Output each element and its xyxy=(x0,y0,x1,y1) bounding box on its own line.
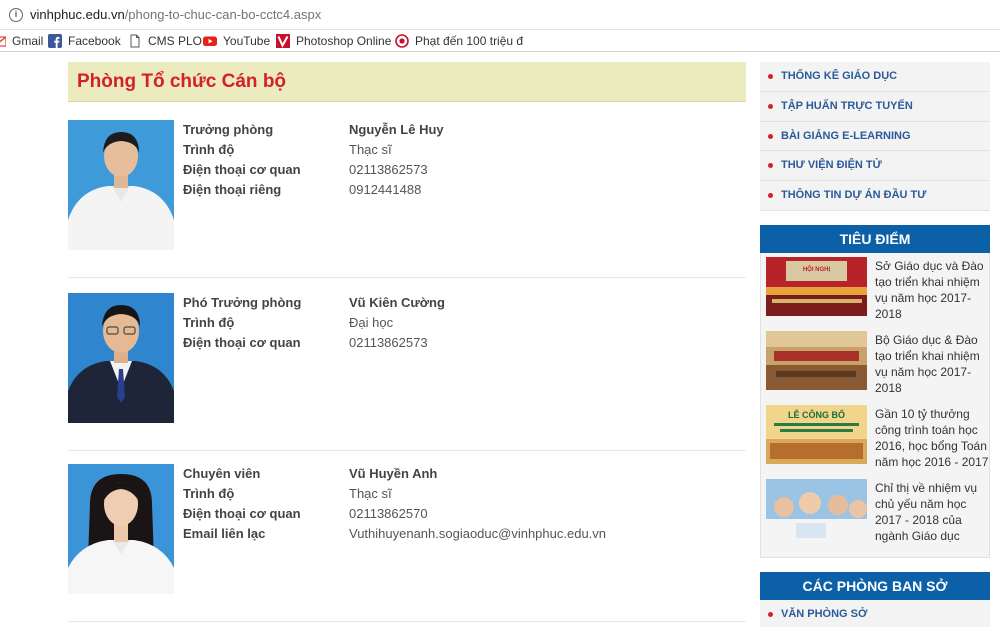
bullet-icon xyxy=(768,133,773,139)
sidebar: THỐNG KÊ GIÁO DỤC TẬP HUẤN TRỰC TUYẾN BÀ… xyxy=(760,62,990,627)
sidebar-item-thong-ke[interactable]: THỐNG KÊ GIÁO DỤC xyxy=(760,62,990,92)
staff-label: Trình độ xyxy=(183,315,235,330)
bookmark-cms-plo[interactable]: CMS PLO xyxy=(128,33,202,49)
featured-item[interactable]: LỄ CÔNG BỐ Gần 10 tỷ thưởng công trình t… xyxy=(766,404,988,479)
staff-value: Thạc sĩ xyxy=(349,486,392,501)
staff-value: 02113862573 xyxy=(349,335,428,350)
facebook-icon xyxy=(48,34,62,48)
staff-photo xyxy=(68,293,174,423)
address-bar[interactable]: i vinhphuc.edu.vn/phong-to-chuc-can-bo-c… xyxy=(0,0,1000,30)
bookmark-label: YouTube xyxy=(223,34,271,48)
bookmark-label: Photoshop Online xyxy=(296,34,392,48)
sidebar-item-label: TẬP HUẤN TRỰC TUYẾN xyxy=(781,99,913,112)
featured-item-title[interactable]: Gần 10 tỷ thưởng công trình toán học 201… xyxy=(875,406,993,470)
sidebar-item-label: THÔNG TIN DỰ ÁN ĐẦU TƯ xyxy=(781,189,927,202)
sidebar-item-van-phong[interactable]: VĂN PHÒNG SỞ xyxy=(760,599,990,627)
news-thumbnail[interactable]: HỘI NGHỊ xyxy=(766,256,867,316)
sidebar-item-label: VĂN PHÒNG SỞ xyxy=(781,607,868,620)
bullet-icon xyxy=(768,103,773,109)
staff-card: Chuyên viên Trình độ Điện thoại cơ quan … xyxy=(68,464,746,622)
staff-photo xyxy=(68,464,174,594)
staff-card: Trưởng phòng Trình độ Điện thoại cơ quan… xyxy=(68,120,746,278)
bookmark-photoshop[interactable]: Photoshop Online xyxy=(276,33,391,49)
staff-label: Trình độ xyxy=(183,142,235,157)
news-thumbnail[interactable]: LỄ CÔNG BỐ xyxy=(766,404,867,464)
staff-value: 02113862573 xyxy=(349,162,428,177)
featured-item-title[interactable]: Sở Giáo dục và Đào tạo triển khai nhiệm … xyxy=(875,258,993,322)
sidebar-item-thu-vien[interactable]: THƯ VIỆN ĐIỆN TỬ xyxy=(760,151,990,182)
sidebar-item-label: THỐNG KÊ GIÁO DỤC xyxy=(781,70,898,82)
bookmark-label: Gmail xyxy=(12,34,44,48)
staff-value: Thạc sĩ xyxy=(349,142,392,157)
staff-name: Nguyễn Lê Huy xyxy=(349,122,444,137)
news-icon xyxy=(395,34,409,48)
url-text[interactable]: vinhphuc.edu.vn/phong-to-chuc-can-bo-cct… xyxy=(30,7,321,22)
featured-item[interactable]: Bộ Giáo dục & Đào tạo triển khai nhiệm v… xyxy=(766,330,985,405)
thumb-caption: LỄ CÔNG BỐ xyxy=(788,409,845,420)
staff-name: Vũ Kiên Cường xyxy=(349,295,445,310)
staff-values: Nguyễn Lê Huy Thạc sĩ 02113862573 091244… xyxy=(349,120,444,200)
sidebar-item-label: BÀI GIẢNG E-LEARNING xyxy=(781,129,911,142)
bookmark-label: CMS PLO xyxy=(148,34,203,48)
photoshop-icon xyxy=(276,34,290,48)
bullet-icon xyxy=(768,611,773,617)
staff-label: Điện thoại cơ quan xyxy=(183,506,301,521)
staff-email[interactable]: Vuthihuyenanh.sogiaoduc@vinhphuc.edu.vn xyxy=(349,524,606,544)
featured-header: TIÊU ĐIỂM xyxy=(760,224,990,253)
staff-value: Đại học xyxy=(349,315,394,330)
page-icon xyxy=(128,34,142,48)
bullet-icon xyxy=(768,193,773,199)
info-icon[interactable]: i xyxy=(9,8,23,22)
thumb-caption: HỘI NGHỊ xyxy=(803,265,831,273)
main-content: Phòng Tổ chức Cán bộ Trưởng phòng Trình … xyxy=(68,62,746,622)
bookmarks-bar: Gmail Facebook CMS PLO YouTube Photoshop… xyxy=(0,30,1000,52)
bookmark-gmail[interactable]: Gmail xyxy=(0,33,43,49)
page-title-box: Phòng Tổ chức Cán bộ xyxy=(68,62,746,102)
staff-name: Vũ Huyền Anh xyxy=(349,466,438,481)
departments-header: CÁC PHÒNG BAN SỞ xyxy=(760,571,990,600)
staff-labels: Phó Trưởng phòng Trình độ Điện thoại cơ … xyxy=(183,293,301,353)
staff-value: 02113862570 xyxy=(349,506,428,521)
staff-label: Phó Trưởng phòng xyxy=(183,295,302,310)
featured-item-title[interactable]: Chỉ thị về nhiệm vụ chủ yếu năm học 2017… xyxy=(875,480,993,544)
url-path: /phong-to-chuc-can-bo-cctc4.aspx xyxy=(124,7,322,22)
featured-item-title[interactable]: Bộ Giáo dục & Đào tạo triển khai nhiệm v… xyxy=(875,332,993,396)
bookmark-label: Phạt đến 100 triệu đ xyxy=(415,34,524,48)
news-thumbnail[interactable] xyxy=(766,478,867,538)
youtube-icon xyxy=(203,34,217,48)
staff-label: Điện thoại riêng xyxy=(183,182,282,197)
featured-list: HỘI NGHỊ Sở Giáo dục và Đào tạo triển kh… xyxy=(760,252,990,558)
staff-label: Email liên lạc xyxy=(183,526,266,541)
featured-item[interactable]: Chỉ thị về nhiệm vụ chủ yếu năm học 2017… xyxy=(766,478,985,553)
page-title: Phòng Tổ chức Cán bộ xyxy=(77,71,287,92)
bookmark-news[interactable]: Phạt đến 100 triệu đ xyxy=(395,33,523,49)
bookmark-facebook[interactable]: Facebook xyxy=(48,33,121,49)
sidebar-item-label: THƯ VIỆN ĐIỆN TỬ xyxy=(781,159,882,172)
featured-item[interactable]: HỘI NGHỊ Sở Giáo dục và Đào tạo triển kh… xyxy=(766,256,985,331)
staff-label: Điện thoại cơ quan xyxy=(183,162,301,177)
bullet-icon xyxy=(768,163,773,169)
url-host: vinhphuc.edu.vn xyxy=(30,7,125,22)
staff-values: Vũ Kiên Cường Đại học 02113862573 xyxy=(349,293,445,353)
staff-card: Phó Trưởng phòng Trình độ Điện thoại cơ … xyxy=(68,293,746,451)
sidebar-item-du-an[interactable]: THÔNG TIN DỰ ÁN ĐẦU TƯ xyxy=(760,181,990,211)
bookmark-youtube[interactable]: YouTube xyxy=(203,33,270,49)
staff-label: Trưởng phòng xyxy=(183,122,274,137)
staff-value: 0912441488 xyxy=(349,182,422,197)
news-thumbnail[interactable] xyxy=(766,330,867,390)
bullet-icon xyxy=(768,74,773,79)
staff-labels: Trưởng phòng Trình độ Điện thoại cơ quan… xyxy=(183,120,301,200)
gmail-icon xyxy=(0,34,7,48)
staff-labels: Chuyên viên Trình độ Điện thoại cơ quan … xyxy=(183,464,301,544)
staff-values: Vũ Huyền Anh Thạc sĩ 02113862570 Vuthihu… xyxy=(349,464,606,544)
sidebar-item-tap-huan[interactable]: TẬP HUẤN TRỰC TUYẾN xyxy=(760,91,990,122)
staff-label: Điện thoại cơ quan xyxy=(183,335,301,350)
bookmark-label: Facebook xyxy=(68,34,121,48)
staff-label: Trình độ xyxy=(183,486,235,501)
staff-photo xyxy=(68,120,174,250)
sidebar-item-e-learning[interactable]: BÀI GIẢNG E-LEARNING xyxy=(760,121,990,152)
staff-label: Chuyên viên xyxy=(183,466,261,481)
